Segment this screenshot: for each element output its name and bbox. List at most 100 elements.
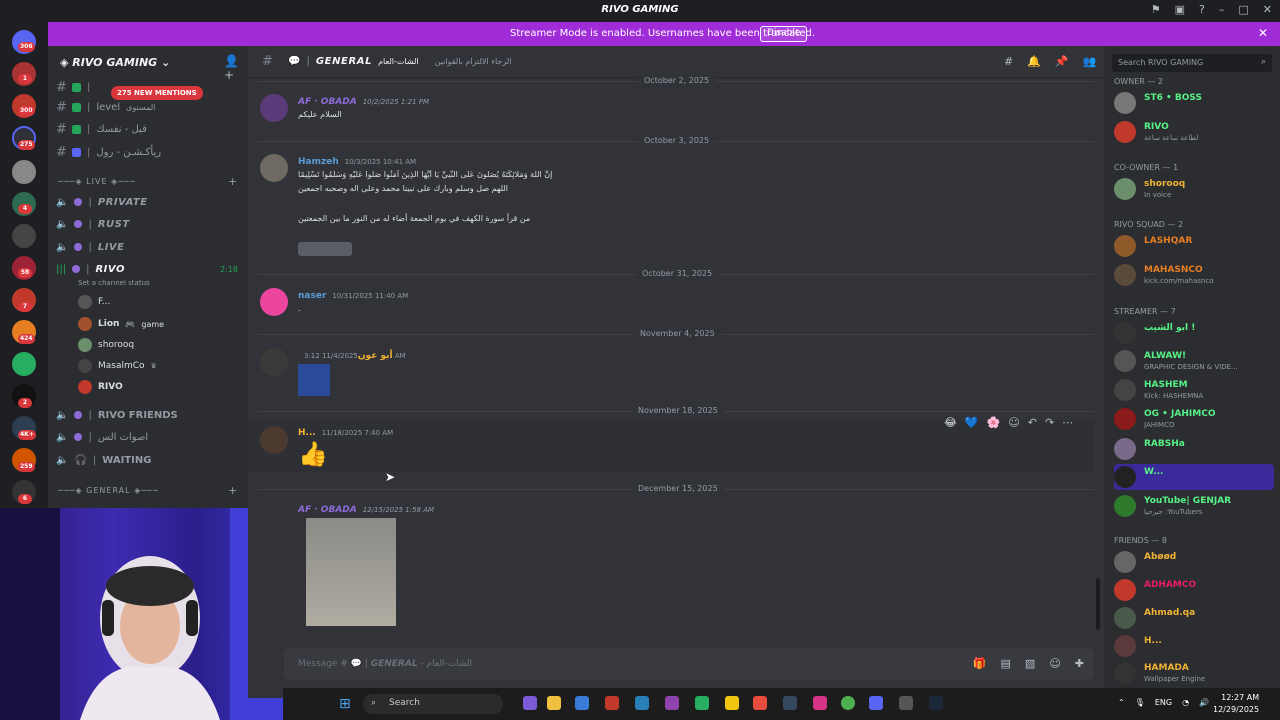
taskbar-app-icon[interactable] xyxy=(725,696,739,710)
spoiler-block[interactable] xyxy=(298,242,352,256)
search-input[interactable]: Search RIVO GAMING ⌕ xyxy=(1112,54,1272,72)
clock[interactable]: 12:27 AM 12/29/2025 xyxy=(1213,692,1259,716)
taskbar-app-icon[interactable] xyxy=(665,696,679,710)
reaction-laugh-icon[interactable]: 😂 xyxy=(944,416,957,429)
message-author[interactable]: Hamzeh 10/3/2025 10:41 AM xyxy=(298,157,416,167)
reaction-heart-icon[interactable]: 💙 xyxy=(965,416,979,429)
taskbar-app-icon[interactable] xyxy=(523,696,537,710)
minimize-icon[interactable]: – xyxy=(1219,3,1225,16)
taskbar-search[interactable]: ⌕ Search xyxy=(363,694,503,714)
language-indicator[interactable]: ENG xyxy=(1155,698,1172,707)
server-icon[interactable] xyxy=(12,160,36,184)
close-banner-icon[interactable]: ✕ xyxy=(1258,26,1268,40)
inbox-icon[interactable]: ⚑ xyxy=(1151,3,1161,16)
channel-item[interactable]: # | level المستوى xyxy=(56,98,240,116)
avatar[interactable] xyxy=(260,94,288,122)
voice-channel-rivo-friends[interactable]: 🔈 | RIVO FRIENDS xyxy=(56,406,240,424)
help-icon[interactable]: ? xyxy=(1199,3,1205,16)
close-window-icon[interactable]: ✕ xyxy=(1263,3,1272,16)
member-item[interactable]: Ahmad.qa xyxy=(1114,605,1274,631)
add-channel-icon[interactable]: + xyxy=(228,175,237,188)
server-icon[interactable] xyxy=(12,224,36,248)
taskbar-app-icon[interactable] xyxy=(605,696,619,710)
gif-icon[interactable]: ▤ xyxy=(1001,657,1011,670)
member-item[interactable]: H... xyxy=(1114,633,1274,659)
bell-icon[interactable]: 🔔 xyxy=(1027,55,1041,68)
avatar[interactable] xyxy=(260,154,288,182)
mic-icon[interactable]: 🎙 xyxy=(1135,698,1145,707)
voice-user[interactable]: RIVO xyxy=(78,378,123,396)
member-item[interactable]: LASHQAR xyxy=(1114,233,1274,259)
add-channel-icon[interactable]: + xyxy=(228,484,237,497)
taskbar-app-icon[interactable] xyxy=(899,696,913,710)
avatar[interactable] xyxy=(260,348,288,376)
disable-button[interactable]: Disable xyxy=(760,26,808,42)
message-author[interactable]: H... 11/18/2025 7:40 AM xyxy=(298,428,393,438)
start-icon[interactable]: ⊞ xyxy=(339,696,351,712)
folder-icon[interactable] xyxy=(547,696,561,710)
guild-name[interactable]: ◈ RIVO GAMING ⌄ xyxy=(60,56,170,69)
member-item[interactable]: ST6 • BOSS xyxy=(1114,90,1274,116)
taskbar-app-icon[interactable] xyxy=(635,696,649,710)
volume-icon[interactable]: 🔊 xyxy=(1199,698,1209,707)
member-item[interactable]: OG • JAHIMCO JAHIMCO xyxy=(1114,406,1274,432)
avatar[interactable] xyxy=(260,426,288,454)
server-icon[interactable] xyxy=(12,352,36,376)
message-author[interactable]: أبو عون11/4/2025 3:12 AM xyxy=(298,351,406,361)
gift-icon[interactable]: 🎁 xyxy=(973,657,987,670)
voice-channel-rivo[interactable]: ||| | RIVO xyxy=(56,260,240,278)
message-author[interactable]: naser 10/31/2025 11:40 AM xyxy=(298,291,408,301)
member-item[interactable]: ابو الشيب ! xyxy=(1114,320,1274,346)
reaction-flower-icon[interactable]: 🌸 xyxy=(987,416,1001,429)
message-author[interactable]: AF · OBADA 10/2/2025 1:21 PM xyxy=(298,97,429,107)
brave-icon[interactable] xyxy=(753,696,767,710)
member-item[interactable]: ALWAW! GRAPHIC DESIGN & VIDE... xyxy=(1114,348,1274,374)
channel-item[interactable]: # | ريأكـشـن - رول xyxy=(56,143,240,161)
pin-icon[interactable]: 📌 xyxy=(1055,55,1069,68)
chrome-icon[interactable] xyxy=(841,696,855,710)
voice-user[interactable]: F... xyxy=(78,293,110,311)
member-item[interactable]: HASHEM Kick: HASHEMNA xyxy=(1114,377,1274,403)
message-author[interactable]: AF · OBADA 12/15/2025 1:58 AM xyxy=(298,505,434,515)
taskbar-app-icon[interactable] xyxy=(695,696,709,710)
threads-icon[interactable]: # xyxy=(1004,55,1013,68)
tray-expand-icon[interactable]: ⌃ xyxy=(1118,698,1125,707)
member-item[interactable]: YouTube| GENJAR جيرجيا :YouTubers xyxy=(1114,493,1274,519)
member-item[interactable]: Abøød xyxy=(1114,549,1274,575)
member-item[interactable]: HAMADA Wallpaper Engine xyxy=(1114,660,1274,686)
taskbar-app-icon[interactable] xyxy=(575,696,589,710)
channel-status[interactable]: Set a channel status xyxy=(78,279,150,287)
wifi-icon[interactable]: ◔ xyxy=(1182,698,1189,707)
screen-icon[interactable]: ▣ xyxy=(1175,3,1185,16)
message-composer[interactable]: Message # 💬 | GENERAL - الشات-العام 🎁 ▤ … xyxy=(284,648,1094,680)
add-reaction-icon[interactable]: ☺ xyxy=(1008,416,1019,429)
maximize-icon[interactable]: □ xyxy=(1238,3,1248,16)
emoji-icon[interactable]: ☺ xyxy=(1049,657,1060,670)
voice-channel-live[interactable]: 🔈 | LIVE xyxy=(56,238,240,256)
member-item[interactable]: W... xyxy=(1114,464,1274,490)
avatar[interactable] xyxy=(260,288,288,316)
member-item[interactable]: shorooq In voice xyxy=(1114,176,1274,202)
voice-user[interactable]: Lion 🎮 game xyxy=(78,315,164,333)
member-item[interactable]: RIVO لطاعة ساعة ساعة xyxy=(1114,119,1274,145)
taskbar-app-icon[interactable] xyxy=(783,696,797,710)
voice-channel-waiting[interactable]: 🔈 🎧 | WAITING xyxy=(56,451,240,469)
more-icon[interactable]: ⋯ xyxy=(1062,416,1073,429)
member-item[interactable]: ADHAMCO xyxy=(1114,577,1274,603)
scrollbar[interactable] xyxy=(1096,578,1100,630)
sticker-icon[interactable]: ▧ xyxy=(1025,657,1035,670)
category-live[interactable]: ───◈ LIVE ◈─── xyxy=(58,177,136,186)
channel-item[interactable]: # | قبل - نفسك xyxy=(56,120,240,138)
members-icon[interactable]: 👥 xyxy=(1083,55,1097,68)
reply-icon[interactable]: ↶ xyxy=(1028,416,1037,429)
instagram-icon[interactable] xyxy=(813,696,827,710)
category-general[interactable]: ───◈ GENERAL ◈─── xyxy=(58,486,159,495)
member-item[interactable]: RABSHa xyxy=(1114,436,1274,462)
voice-channel-private[interactable]: 🔈 | PRIVATE xyxy=(56,193,240,211)
steam-icon[interactable] xyxy=(929,696,943,710)
voice-user[interactable]: shorooq xyxy=(78,336,134,354)
channel-topic[interactable]: الرجاء الالتزام بالقوانين xyxy=(435,57,512,66)
member-item[interactable]: MAHASNCO kick.com/mahasnco xyxy=(1114,262,1274,288)
voice-channel-rust[interactable]: 🔈 | RUST xyxy=(56,215,240,233)
voice-user[interactable]: MasalmCo ♛ xyxy=(78,357,157,375)
